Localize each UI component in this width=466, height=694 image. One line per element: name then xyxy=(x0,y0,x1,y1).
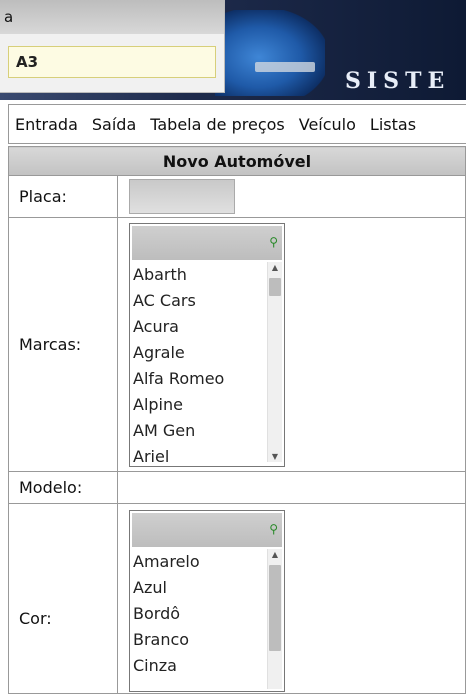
modelo-label: Modelo: xyxy=(8,471,118,504)
marcas-scrollbar[interactable]: ▲ ▼ xyxy=(267,261,282,462)
cor-scrollbar[interactable]: ▲ xyxy=(267,549,282,689)
marcas-list: Abarth AC Cars Acura Agrale Alfa Romeo A… xyxy=(130,261,284,462)
list-item[interactable]: Acura xyxy=(133,314,284,340)
list-item[interactable]: Cinza xyxy=(133,653,284,679)
search-icon: ⚲ xyxy=(269,234,278,249)
nav-veiculo[interactable]: Veículo xyxy=(299,115,356,134)
new-car-form: Novo Automóvel Placa: Marcas: ⚲ Abarth A… xyxy=(8,146,466,694)
placa-input[interactable] xyxy=(129,179,235,214)
list-item[interactable]: AM Gen xyxy=(133,418,284,444)
list-item[interactable]: Alpine xyxy=(133,392,284,418)
marcas-filter-input[interactable]: ⚲ xyxy=(132,225,282,260)
main-nav: Entrada Saída Tabela de preços Veículo L… xyxy=(8,104,466,144)
list-item[interactable]: Branco xyxy=(133,627,284,653)
list-item[interactable]: Azul xyxy=(133,575,284,601)
autocomplete-panel: A3 xyxy=(0,0,225,93)
nav-entrada[interactable]: Entrada xyxy=(15,115,78,134)
placa-label: Placa: xyxy=(8,175,118,218)
car-image xyxy=(215,10,325,96)
list-item[interactable]: Bordô xyxy=(133,601,284,627)
car-grill xyxy=(255,62,315,72)
list-item[interactable]: Amarelo xyxy=(133,549,284,575)
form-title: Novo Automóvel xyxy=(8,146,466,176)
scroll-down-icon[interactable]: ▼ xyxy=(268,452,282,461)
list-item[interactable]: Agrale xyxy=(133,340,284,366)
modelo-field[interactable] xyxy=(117,471,466,504)
cor-list: Amarelo Azul Bordô Branco Cinza ▲ xyxy=(130,549,284,689)
search-icon: ⚲ xyxy=(269,522,278,536)
list-item[interactable]: AC Cars xyxy=(133,288,284,314)
scroll-up-icon[interactable]: ▲ xyxy=(268,550,282,559)
marcas-listbox[interactable]: ⚲ Abarth AC Cars Acura Agrale Alfa Romeo… xyxy=(129,222,285,467)
scroll-thumb[interactable] xyxy=(269,277,281,296)
scroll-thumb[interactable] xyxy=(269,565,281,651)
cor-listbox[interactable]: ⚲ Amarelo Azul Bordô Branco Cinza ▲ xyxy=(129,510,285,692)
list-item[interactable]: Alfa Romeo xyxy=(133,366,284,392)
nav-listas[interactable]: Listas xyxy=(370,115,416,134)
nav-tabela-precos[interactable]: Tabela de preços xyxy=(150,115,285,134)
list-item[interactable]: Ariel xyxy=(133,444,284,462)
banner-title: SISTE xyxy=(345,68,451,94)
cor-label: Cor: xyxy=(8,503,118,694)
list-item[interactable]: Abarth xyxy=(133,262,284,288)
marcas-label: Marcas: xyxy=(8,217,118,472)
search-input[interactable] xyxy=(0,0,224,34)
nav-saida[interactable]: Saída xyxy=(92,115,136,134)
cor-filter-input[interactable]: ⚲ xyxy=(132,513,282,547)
autocomplete-suggestion[interactable]: A3 xyxy=(8,46,216,78)
scroll-up-icon[interactable]: ▲ xyxy=(268,263,282,272)
